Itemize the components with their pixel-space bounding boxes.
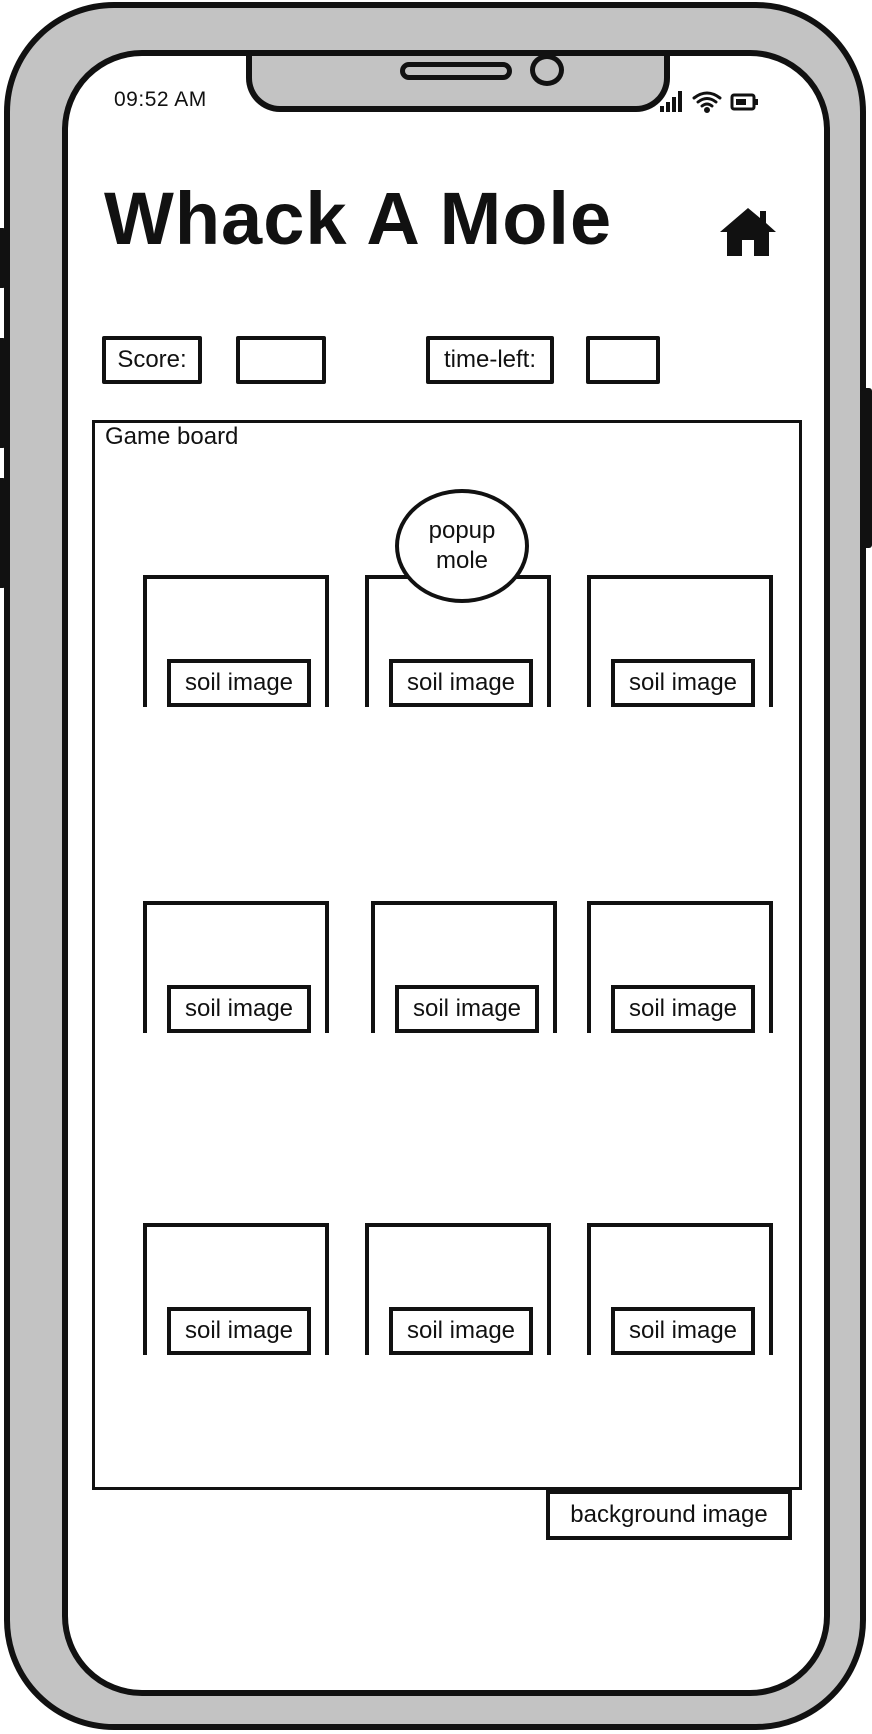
soil-image: soil image xyxy=(611,985,755,1033)
soil-image: soil image xyxy=(167,985,311,1033)
soil-image: soil image xyxy=(611,659,755,707)
status-icons xyxy=(660,91,758,113)
camera xyxy=(530,56,564,86)
page-title: Whack A Mole xyxy=(104,177,613,260)
battery-icon xyxy=(730,93,758,111)
mole-hole[interactable]: soil image xyxy=(143,901,329,1033)
soil-image: soil image xyxy=(167,1307,311,1355)
mole-hole[interactable]: soil image xyxy=(587,575,773,707)
status-time: 09:52 AM xyxy=(114,88,207,111)
volume-up-button xyxy=(0,338,6,448)
volume-down-button xyxy=(0,478,6,588)
soil-image: soil image xyxy=(395,985,539,1033)
soil-image: soil image xyxy=(611,1307,755,1355)
silent-switch xyxy=(0,228,6,288)
power-button xyxy=(862,388,872,548)
mole-hole[interactable]: soil image xyxy=(587,1223,773,1355)
score-label: Score: xyxy=(102,336,202,384)
notch xyxy=(246,56,670,112)
game-board[interactable]: Game board soil image soil image soil im… xyxy=(92,420,802,1490)
home-icon[interactable] xyxy=(718,206,778,258)
time-left-value xyxy=(586,336,660,384)
mole-hole[interactable]: soil image xyxy=(365,1223,551,1355)
soil-image: soil image xyxy=(389,659,533,707)
phone-screen: 09:52 AM Whack A Mole Score: time-left: … xyxy=(62,50,830,1696)
mole-hole[interactable]: soil image xyxy=(587,901,773,1033)
signal-icon xyxy=(660,91,682,112)
wifi-icon xyxy=(692,91,722,113)
game-board-label: Game board xyxy=(105,423,239,450)
soil-image: soil image xyxy=(389,1307,533,1355)
mole-hole[interactable]: soil image xyxy=(371,901,557,1033)
mole-hole[interactable]: soil image xyxy=(143,575,329,707)
phone-frame: 09:52 AM Whack A Mole Score: time-left: … xyxy=(0,2,872,1730)
time-left-label: time-left: xyxy=(426,336,554,384)
popup-mole[interactable]: popup mole xyxy=(395,489,529,603)
background-image-label: background image xyxy=(546,1490,792,1540)
score-value xyxy=(236,336,326,384)
mole-hole[interactable]: soil image xyxy=(143,1223,329,1355)
speaker xyxy=(400,62,512,80)
soil-image: soil image xyxy=(167,659,311,707)
